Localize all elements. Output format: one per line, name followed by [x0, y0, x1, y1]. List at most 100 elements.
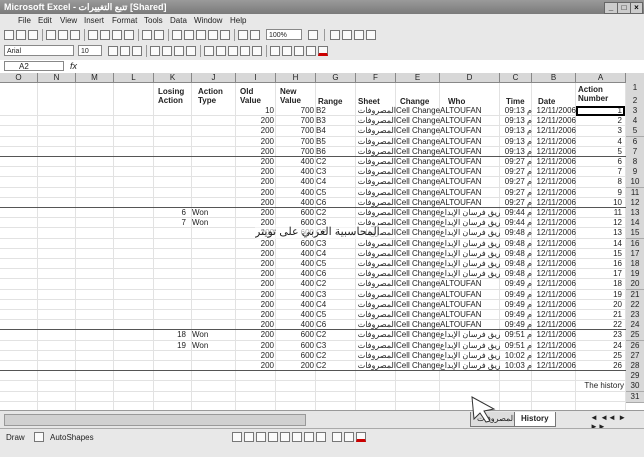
cell-sheet[interactable]: المصروفات — [356, 310, 396, 320]
cell-new-value[interactable]: 400 — [276, 300, 314, 310]
align-left-icon[interactable] — [150, 46, 160, 56]
cell-sheet[interactable]: المصروفات — [356, 361, 396, 371]
cell-new-value[interactable]: 400 — [276, 188, 314, 198]
cell-range[interactable]: C2 — [316, 157, 336, 167]
font-color-icon[interactable] — [356, 432, 366, 442]
cell-old-value[interactable]: 200 — [236, 361, 274, 371]
cell-old-value[interactable]: 200 — [236, 126, 274, 136]
cell-who[interactable]: ALTOUFAN — [440, 310, 500, 320]
cell-change[interactable]: Cell Change — [396, 310, 440, 320]
fill-color-icon[interactable] — [306, 46, 316, 56]
sort-asc-icon[interactable] — [208, 30, 218, 40]
cell-time[interactable]: 09:48 م — [500, 239, 532, 249]
cell-action-number[interactable]: 21 — [578, 310, 622, 320]
cell-new-value[interactable]: 600 — [276, 351, 314, 361]
column-header-g[interactable]: G — [316, 73, 356, 83]
cell-range[interactable]: C4 — [316, 249, 336, 259]
cell-date[interactable]: 12/11/2006 — [532, 147, 576, 157]
cell-new-value[interactable]: 700 — [276, 116, 314, 126]
cell-change[interactable]: Cell Change — [396, 177, 440, 187]
cell-who[interactable]: ALTOUFAN — [440, 290, 500, 300]
undo-icon[interactable] — [142, 30, 152, 40]
cell-sheet[interactable]: المصروفات — [356, 116, 396, 126]
cell-new-value[interactable]: 600 — [276, 341, 314, 351]
cell-old-value[interactable]: 200 — [236, 167, 274, 177]
cell-date[interactable]: 12/11/2006 — [532, 300, 576, 310]
cell-change[interactable]: Cell Change — [396, 147, 440, 157]
font-size-box[interactable]: 10 — [78, 45, 102, 56]
cell-action-number[interactable]: 7 — [578, 167, 622, 177]
merge-center-icon[interactable] — [186, 46, 196, 56]
cell-new-value[interactable]: 400 — [276, 177, 314, 187]
cell-change[interactable]: Cell Change — [396, 259, 440, 269]
cell-time[interactable]: 09:44 م — [500, 218, 532, 228]
cell-new-value[interactable]: 700 — [276, 147, 314, 157]
cell-old-value[interactable]: 200 — [236, 269, 274, 279]
cell-sheet[interactable]: المصروفات — [356, 177, 396, 187]
cell-who[interactable]: ALTOUFAN — [440, 320, 500, 330]
cell-old-value[interactable]: 200 — [236, 300, 274, 310]
cell-action-number[interactable]: 23 — [578, 330, 622, 340]
rtl-icon[interactable] — [204, 46, 214, 56]
cell-action-number[interactable]: The history — [540, 381, 624, 391]
cell-action-number[interactable]: 9 — [578, 188, 622, 198]
column-header-l[interactable]: L — [114, 73, 154, 83]
arrow-icon[interactable] — [244, 432, 254, 442]
cell-who[interactable]: ALTOUFAN — [440, 279, 500, 289]
maximize-icon[interactable]: □ — [617, 2, 631, 14]
draw-menu[interactable]: Draw — [6, 433, 25, 442]
cell-old-value[interactable]: 200 — [236, 320, 274, 330]
cell-date[interactable]: 12/11/2006 — [532, 239, 576, 249]
cell-action-number[interactable]: 3 — [578, 126, 622, 136]
cell-action-number[interactable]: 26 — [578, 361, 622, 371]
cell-change[interactable]: Cell Change — [396, 167, 440, 177]
cell-date[interactable]: 12/11/2006 — [532, 279, 576, 289]
formula-input[interactable] — [86, 61, 640, 71]
copy-icon[interactable] — [100, 30, 110, 40]
menu-format[interactable]: Format — [112, 15, 137, 26]
cell-range[interactable]: C2 — [316, 279, 336, 289]
underline-icon[interactable] — [132, 46, 142, 56]
cell-new-value[interactable]: 600 — [276, 208, 314, 218]
cell-range[interactable]: C2 — [316, 208, 336, 218]
column-header-c[interactable]: C — [500, 73, 532, 83]
cell-time[interactable]: 09:49 م — [500, 320, 532, 330]
cell-time[interactable]: 09:49 م — [500, 300, 532, 310]
new-icon[interactable] — [4, 30, 14, 40]
cell-who[interactable]: فريق فرسان الإبداع — [440, 208, 500, 218]
cell-new-value[interactable]: 400 — [276, 279, 314, 289]
cell-time[interactable]: 09:27 م — [500, 198, 532, 208]
cell-range[interactable]: B5 — [316, 137, 336, 147]
cell-who[interactable]: فريق فرسان الإبداع — [440, 361, 500, 371]
tool-icon[interactable] — [354, 30, 364, 40]
cell-sheet[interactable]: المصروفات — [356, 320, 396, 330]
column-header-k[interactable]: K — [154, 73, 192, 83]
cell-who[interactable]: ALTOUFAN — [440, 177, 500, 187]
cell-change[interactable]: Cell Change — [396, 218, 440, 228]
cell-old-value[interactable]: 200 — [236, 198, 274, 208]
sort-desc-icon[interactable] — [220, 30, 230, 40]
menu-help[interactable]: Help — [230, 15, 246, 26]
print-preview-icon[interactable] — [58, 30, 68, 40]
cell-who[interactable]: فريق فرسان الإبداع — [440, 330, 500, 340]
cell-time[interactable]: 09:13 م — [500, 126, 532, 136]
cell-sheet[interactable]: المصروفات — [356, 249, 396, 259]
cell-new-value[interactable]: 600 — [276, 239, 314, 249]
column-header-b[interactable]: B — [532, 73, 576, 83]
column-header-n[interactable]: N — [38, 73, 76, 83]
cell-old-value[interactable]: 200 — [236, 330, 274, 340]
cell-action-number[interactable]: 8 — [578, 177, 622, 187]
cell-action-type[interactable]: Won — [192, 341, 222, 351]
horizontal-scrollbar[interactable] — [4, 414, 306, 426]
cell-old-value[interactable]: 200 — [236, 157, 274, 167]
cell-range[interactable]: C2 — [316, 330, 336, 340]
cell-action-number[interactable]: 13 — [578, 228, 622, 238]
cell-who[interactable]: ALTOUFAN — [440, 126, 500, 136]
cell-losing-action[interactable]: 19 — [154, 341, 186, 351]
redo-icon[interactable] — [154, 30, 164, 40]
cell-old-value[interactable]: 200 — [236, 208, 274, 218]
cell-who[interactable]: فريق فرسان الإبداع — [440, 218, 500, 228]
cell-losing-action[interactable]: 18 — [154, 330, 186, 340]
cell-who[interactable]: فريق فرسان الإبداع — [440, 239, 500, 249]
clipart-icon[interactable] — [304, 432, 314, 442]
